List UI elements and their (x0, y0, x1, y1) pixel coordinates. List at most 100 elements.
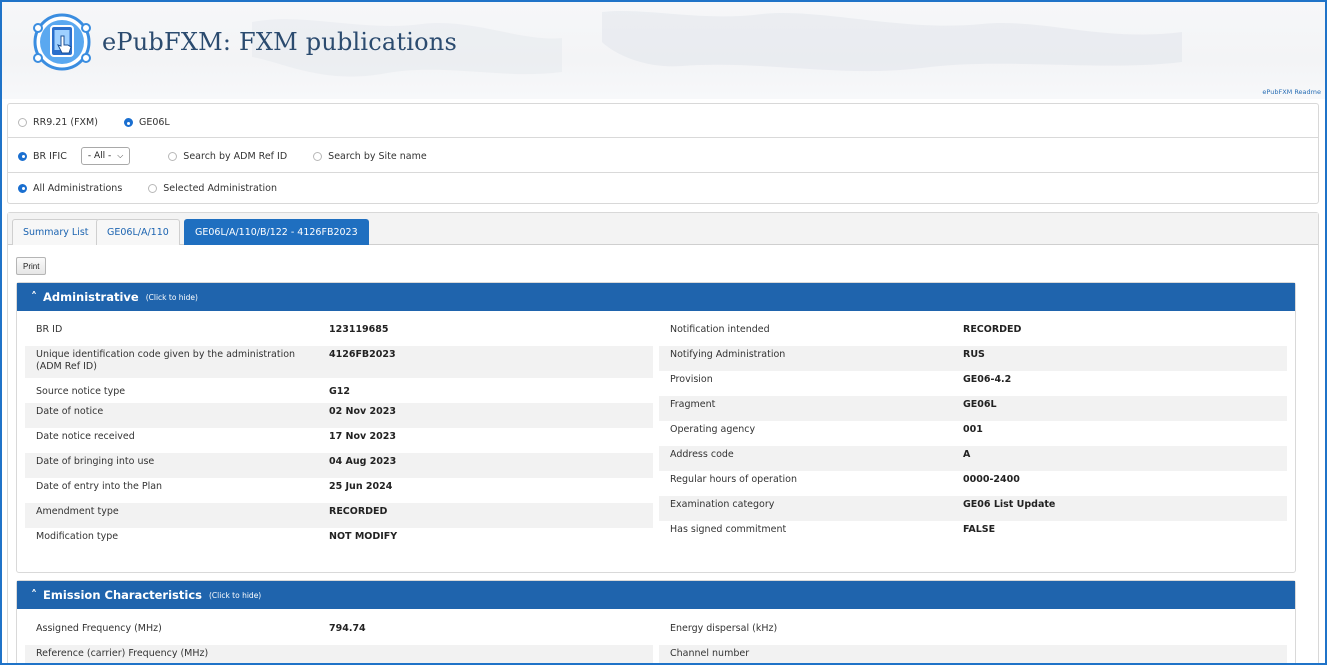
radio-label: Search by ADM Ref ID (183, 150, 288, 162)
app-window: ePubFXM: FXM publications ePubFXM Readme… (0, 0, 1327, 665)
readme-link[interactable]: ePubFXM Readme (1262, 88, 1321, 96)
field-value: RECORDED (963, 324, 1022, 335)
field-label: Date of entry into the Plan (36, 481, 163, 492)
radio-label: Selected Administration (163, 182, 277, 194)
emission-right-column: Energy dispersal (kHz) Channel number (659, 620, 1287, 663)
field-row: Energy dispersal (kHz) (659, 620, 1287, 645)
field-value: GE06L (963, 399, 997, 410)
field-row: Modification type NOT MODIFY (25, 528, 653, 553)
radio-circle-icon (168, 151, 178, 161)
field-row: Examination category GE06 List Update (659, 496, 1287, 521)
field-value (963, 645, 1287, 663)
field-label: Assigned Frequency (MHz) (36, 623, 162, 634)
field-row: Reference (carrier) Frequency (MHz) (25, 645, 653, 663)
field-value: 02 Nov 2023 (329, 406, 396, 417)
field-value: GE06 List Update (963, 499, 1056, 510)
radio-circle-icon (18, 118, 27, 127)
field-label: Channel number (670, 648, 750, 659)
administrative-section-header[interactable]: ˄ Administrative (Click to hide) (17, 283, 1295, 311)
tab-bar: Summary List GE06L/A/110 GE06L/A/110/B/1… (8, 213, 1318, 245)
field-label: Regular hours of operation (670, 474, 797, 485)
field-value: 123119685 (329, 324, 389, 335)
field-row: Date of entry into the Plan 25 Jun 2024 (25, 478, 653, 503)
section-title: Administrative (43, 290, 139, 304)
field-row: Notification intended RECORDED (659, 321, 1287, 346)
field-row: Channel number (659, 645, 1287, 663)
tab-ge06l-a-110-b-122[interactable]: GE06L/A/110/B/122 - 4126FB2023 (184, 219, 369, 245)
detail-tab-container: Summary List GE06L/A/110 GE06L/A/110/B/1… (7, 212, 1319, 663)
field-row: Has signed commitment FALSE (659, 521, 1287, 546)
field-value: 17 Nov 2023 (329, 431, 396, 442)
radio-br-ific[interactable]: BR IFIC (18, 151, 67, 162)
field-value: G12 (329, 386, 351, 397)
search-mode-row: BR IFIC - All - ⌵ Search by ADM Ref ID S… (8, 140, 1318, 173)
radio-label: BR IFIC (33, 150, 67, 162)
emission-characteristics-section: ˄ Emission Characteristics (Click to hid… (16, 580, 1296, 663)
radio-search-site-name[interactable]: Search by Site name (313, 151, 427, 162)
field-row: Amendment type RECORDED (25, 503, 653, 528)
field-label: Fragment (670, 399, 716, 410)
radio-label: All Administrations (33, 182, 123, 194)
field-label: Notifying Administration (670, 349, 786, 360)
chevron-double-up-icon: ˄ (31, 290, 37, 304)
print-button[interactable]: Print (16, 257, 47, 275)
tab-ge06l-a-110[interactable]: GE06L/A/110 (96, 219, 180, 245)
filter-panel: RR9.21 (FXM) GE06L BR IFIC - All - ⌵ Sea… (7, 103, 1319, 204)
field-label: Address code (670, 449, 734, 460)
radio-circle-icon (18, 151, 27, 161)
chevron-double-up-icon: ˄ (31, 588, 37, 602)
app-title: ePubFXM: FXM publications (102, 28, 457, 56)
radio-all-administrations[interactable]: All Administrations (18, 183, 122, 194)
radio-rr921-fxm[interactable]: RR9.21 (FXM) (18, 117, 98, 128)
section-hide-hint: (Click to hide) (145, 292, 198, 302)
app-header: ePubFXM: FXM publications ePubFXM Readme (2, 2, 1325, 99)
radio-label: GE06L (138, 117, 170, 128)
field-value: NOT MODIFY (329, 531, 398, 542)
radio-selected-administration[interactable]: Selected Administration (148, 183, 277, 194)
field-value: RUS (963, 349, 985, 360)
radio-search-adm-ref-id[interactable]: Search by ADM Ref ID (168, 151, 287, 162)
section-hide-hint: (Click to hide) (209, 590, 262, 600)
field-label: Operating agency (670, 424, 756, 435)
emission-section-header[interactable]: ˄ Emission Characteristics (Click to hid… (17, 581, 1295, 609)
br-ific-select[interactable]: - All - ⌵ (80, 147, 131, 165)
administrative-right-column: Notification intended RECORDED Notifying … (659, 321, 1287, 546)
field-label: Date of notice (36, 406, 104, 417)
field-label: BR ID (36, 324, 63, 335)
field-value: 0000-2400 (963, 474, 1020, 485)
field-label: Notification intended (670, 324, 770, 335)
field-row: Fragment GE06L (659, 396, 1287, 421)
field-row: Unique identification code given by the … (25, 346, 653, 378)
administration-row: All Administrations Selected Administrat… (8, 173, 1318, 203)
tablet-touch-icon (33, 13, 91, 71)
field-row: Date notice received 17 Nov 2023 (25, 428, 653, 453)
radio-ge06l[interactable]: GE06L (123, 117, 170, 128)
field-row: Regular hours of operation 0000-2400 (659, 471, 1287, 496)
field-label: Amendment type (36, 506, 119, 517)
select-value: - All - (87, 151, 112, 161)
field-row: Address code A (659, 446, 1287, 471)
field-row: Notifying Administration RUS (659, 346, 1287, 371)
field-label: Examination category (670, 499, 775, 510)
radio-circle-icon (148, 183, 158, 193)
field-value: 04 Aug 2023 (329, 456, 397, 467)
field-row: Date of bringing into use 04 Aug 2023 (25, 453, 653, 478)
radio-circle-icon (18, 183, 27, 193)
field-value: 25 Jun 2024 (329, 481, 393, 492)
field-label: Modification type (36, 531, 119, 542)
field-label: Date of bringing into use (36, 456, 155, 467)
administrative-section: ˄ Administrative (Click to hide) BR ID 12… (16, 282, 1296, 573)
administrative-left-column: BR ID 123119685 Unique identification cod… (25, 321, 653, 553)
field-value: 001 (963, 424, 983, 435)
field-label: Source notice type (36, 386, 126, 397)
radio-label: RR9.21 (FXM) (33, 117, 98, 128)
field-value: 794.74 (329, 623, 366, 634)
tab-summary-list[interactable]: Summary List (12, 219, 100, 245)
field-value: A (963, 449, 971, 460)
field-row: Operating agency 001 (659, 421, 1287, 446)
field-value: FALSE (963, 524, 996, 535)
radio-label: Search by Site name (328, 150, 427, 162)
radio-circle-icon (313, 151, 323, 161)
emission-left-column: Assigned Frequency (MHz) 794.74 Reference… (25, 620, 653, 663)
field-label: Energy dispersal (kHz) (670, 623, 778, 634)
